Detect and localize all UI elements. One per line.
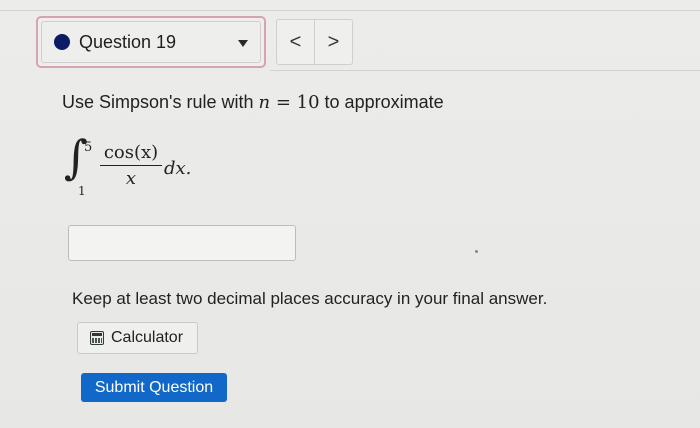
prompt-text-before: Use Simpson's rule with xyxy=(62,92,259,112)
stray-dot xyxy=(475,250,478,253)
question-nav-buttons: < > xyxy=(276,19,353,65)
instruction-text: Keep at least two decimal places accurac… xyxy=(72,289,548,308)
chevron-right-icon: > xyxy=(327,30,340,53)
prompt-value: 10 xyxy=(296,92,320,113)
fraction: cos(x) x xyxy=(100,142,162,190)
question-select[interactable]: Question 19 xyxy=(36,16,266,68)
prompt-variable: n xyxy=(258,92,271,113)
question-label: Question 19 xyxy=(79,31,177,52)
calculator-button[interactable]: Calculator xyxy=(77,322,198,354)
upper-limit: 5 xyxy=(84,140,93,155)
differential: dx. xyxy=(164,158,192,179)
prompt-equals: = xyxy=(270,92,297,113)
previous-question-button[interactable]: < xyxy=(277,20,314,64)
question-prompt: Use Simpson's rule with n = 10 to approx… xyxy=(62,92,444,113)
top-divider xyxy=(0,0,700,11)
calculator-icon xyxy=(90,331,104,345)
next-question-button[interactable]: > xyxy=(314,20,352,64)
fraction-bar xyxy=(100,165,162,166)
status-dot-icon xyxy=(54,34,70,50)
header-divider xyxy=(270,70,700,71)
prompt-text-after: to approximate xyxy=(319,92,444,112)
denominator: x xyxy=(125,168,137,189)
answer-input[interactable] xyxy=(68,225,296,261)
chevron-left-icon: < xyxy=(289,30,302,53)
integral-expression: ∫ 5 1 cos(x) x dx. xyxy=(64,134,224,200)
caret-down-icon xyxy=(238,40,248,47)
numerator: cos(x) xyxy=(103,142,159,163)
lower-limit: 1 xyxy=(78,184,86,198)
submit-question-button[interactable]: Submit Question xyxy=(81,373,227,402)
calculator-label: Calculator xyxy=(111,329,184,346)
